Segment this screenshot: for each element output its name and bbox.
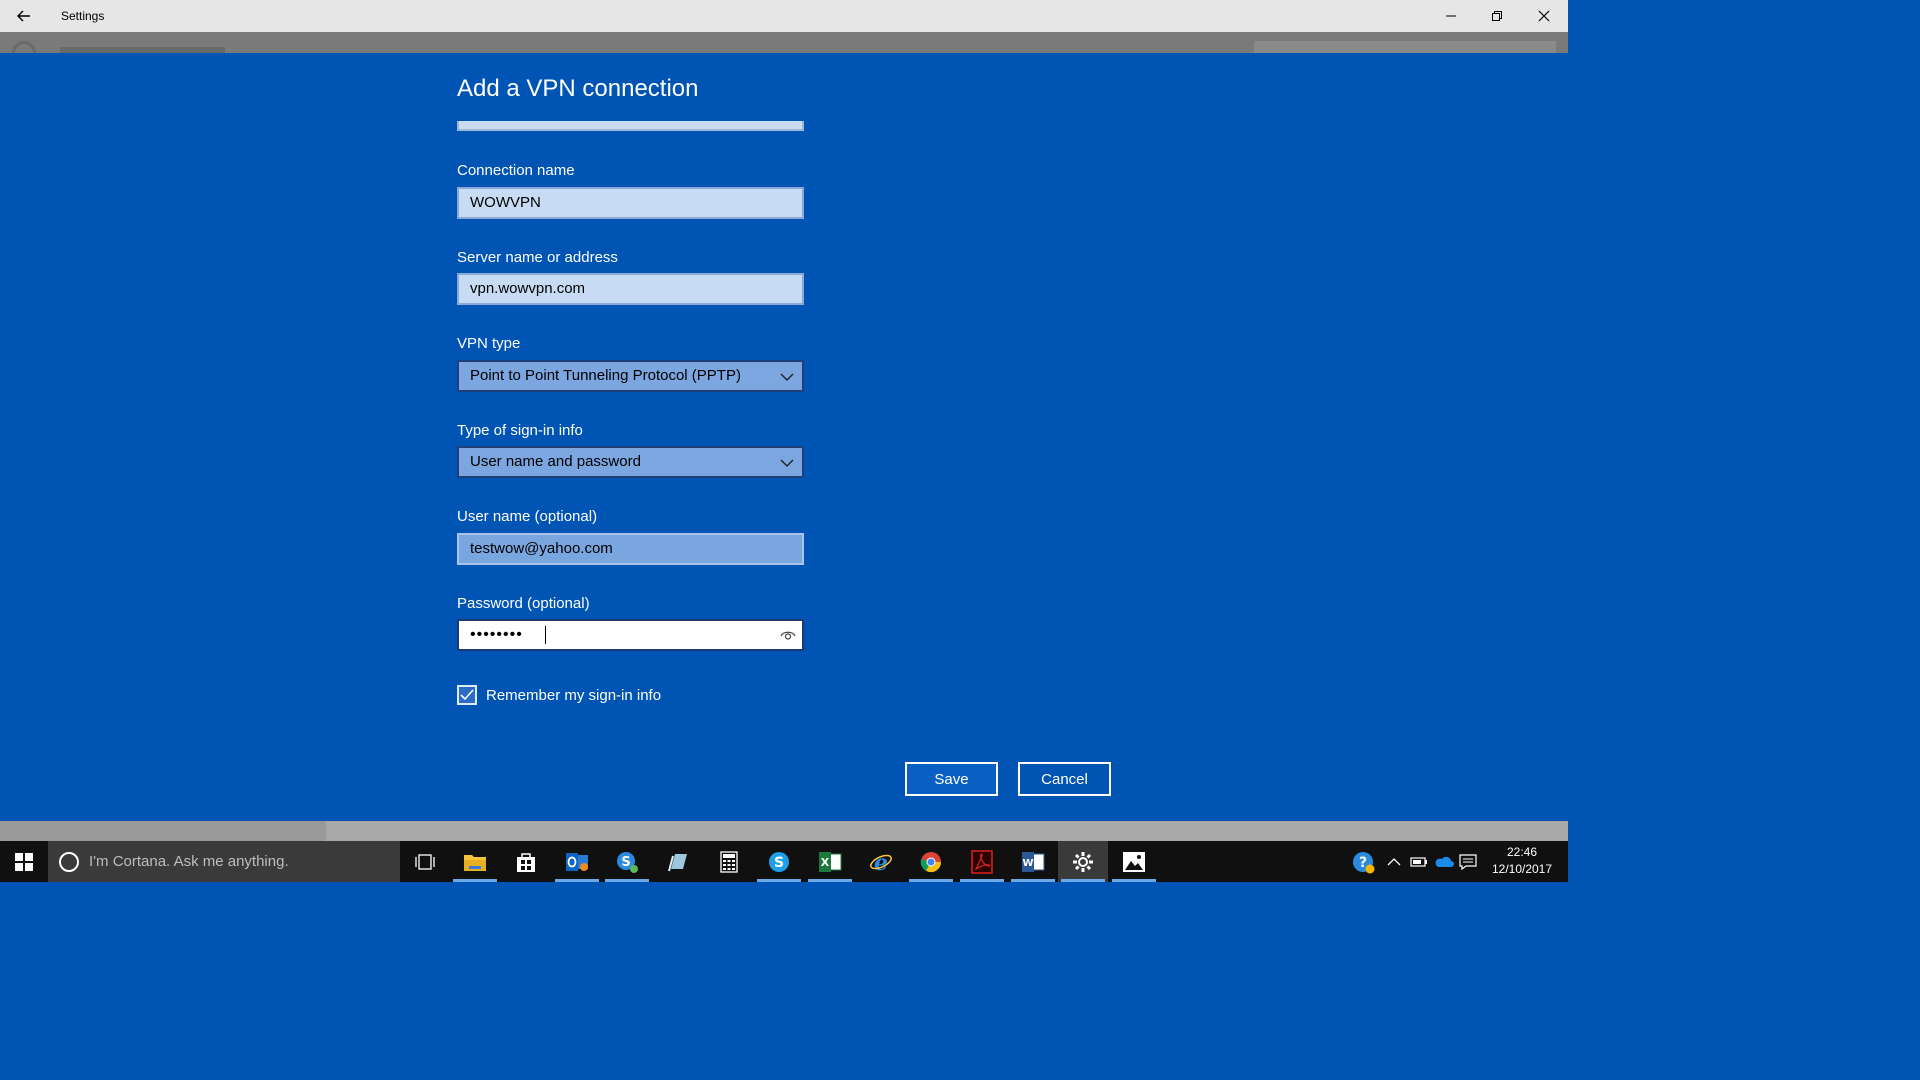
vpn-provider-dropdown[interactable]: [457, 121, 804, 131]
svg-text:X: X: [821, 856, 830, 869]
signin-type-dropdown[interactable]: User name and password: [457, 446, 804, 478]
skype-icon[interactable]: S: [754, 841, 804, 882]
svg-text:S: S: [621, 855, 630, 870]
checkmark-icon: [460, 689, 474, 701]
close-icon: [1538, 10, 1550, 22]
signin-type-value: User name and password: [470, 453, 641, 470]
battery-icon[interactable]: [1408, 841, 1430, 882]
restore-icon: [1492, 11, 1502, 21]
remember-signin-checkbox-row[interactable]: Remember my sign-in info: [457, 685, 661, 705]
server-address-label: Server name or address: [457, 249, 618, 266]
excel-icon[interactable]: X: [805, 841, 855, 882]
svg-text:W: W: [1022, 858, 1033, 869]
password-field[interactable]: ••••••••: [457, 619, 804, 651]
password-label: Password (optional): [457, 595, 590, 612]
scrollbar[interactable]: [0, 821, 326, 841]
windows-logo-icon: [15, 852, 33, 871]
chevron-down-icon: [780, 373, 794, 381]
chevron-down-icon: [780, 459, 794, 467]
minimize-icon: [1446, 15, 1456, 17]
restore-button[interactable]: [1474, 0, 1520, 32]
settings-app-icon[interactable]: [1058, 841, 1108, 882]
svg-text:e: e: [874, 850, 888, 874]
cortana-search-box[interactable]: I'm Cortana. Ask me anything.: [48, 841, 400, 882]
onedrive-icon[interactable]: [1432, 841, 1456, 882]
start-button[interactable]: [0, 841, 48, 882]
settings-search-obscured: [1254, 41, 1556, 53]
text-cursor: [545, 626, 546, 644]
help-icon[interactable]: ?: [1350, 841, 1376, 882]
password-value: ••••••••: [470, 626, 523, 643]
connection-name-label: Connection name: [457, 162, 575, 179]
dialog-title: Add a VPN connection: [457, 75, 699, 102]
remember-signin-checkbox[interactable]: [457, 685, 477, 705]
close-button[interactable]: [1521, 0, 1567, 32]
username-label: User name (optional): [457, 508, 598, 525]
vpn-type-dropdown[interactable]: Point to Point Tunneling Protocol (PPTP): [457, 360, 804, 392]
clock-time: 22:46: [1506, 845, 1538, 859]
cortana-placeholder: I'm Cortana. Ask me anything.: [89, 853, 289, 870]
word-icon[interactable]: W: [1008, 841, 1058, 882]
window-title: Settings: [61, 9, 105, 23]
server-address-field[interactable]: vpn.wowvpn.com: [457, 273, 804, 305]
connection-name-field[interactable]: WOWVPN: [457, 187, 804, 219]
chevron-up-icon[interactable]: [1384, 841, 1404, 882]
outlook-icon[interactable]: [552, 841, 602, 882]
back-arrow-icon[interactable]: [12, 6, 36, 26]
gear-icon: [12, 41, 36, 53]
background-settings-header: [0, 32, 1568, 53]
background-scroll-area: [0, 821, 1568, 841]
sticky-notes-icon[interactable]: [653, 841, 703, 882]
vpn-type-value: Point to Point Tunneling Protocol (PPTP): [470, 367, 741, 384]
save-button[interactable]: Save: [905, 762, 998, 796]
cancel-button[interactable]: Cancel: [1018, 762, 1111, 796]
clock-date: 12/10/2017: [1491, 862, 1553, 876]
acrobat-icon[interactable]: [957, 841, 1007, 882]
system-clock[interactable]: 22:46 12/10/2017: [1484, 844, 1560, 878]
internet-explorer-icon[interactable]: e: [856, 841, 906, 882]
skype-business-icon[interactable]: S: [602, 841, 652, 882]
cortana-icon: [59, 851, 79, 872]
signin-type-label: Type of sign-in info: [457, 422, 583, 439]
username-field[interactable]: testwow@yahoo.com: [457, 533, 804, 565]
store-icon[interactable]: [501, 841, 551, 882]
reveal-password-icon[interactable]: [780, 628, 796, 642]
minimize-button[interactable]: [1428, 0, 1474, 32]
chrome-icon[interactable]: [906, 841, 956, 882]
calculator-icon[interactable]: [704, 841, 754, 882]
svg-text:S: S: [774, 855, 784, 871]
task-view-icon[interactable]: [400, 841, 450, 882]
file-explorer-icon[interactable]: [450, 841, 500, 882]
action-center-icon[interactable]: [1457, 841, 1479, 882]
vpn-dialog: Add a VPN connection Connection name WOW…: [0, 53, 1568, 821]
remember-signin-label: Remember my sign-in info: [486, 686, 662, 704]
photos-icon[interactable]: [1109, 841, 1159, 882]
vpn-type-label: VPN type: [457, 335, 521, 352]
title-bar: Settings: [0, 0, 1568, 32]
taskbar: I'm Cortana. Ask me anything. S S X e W: [0, 841, 1568, 882]
